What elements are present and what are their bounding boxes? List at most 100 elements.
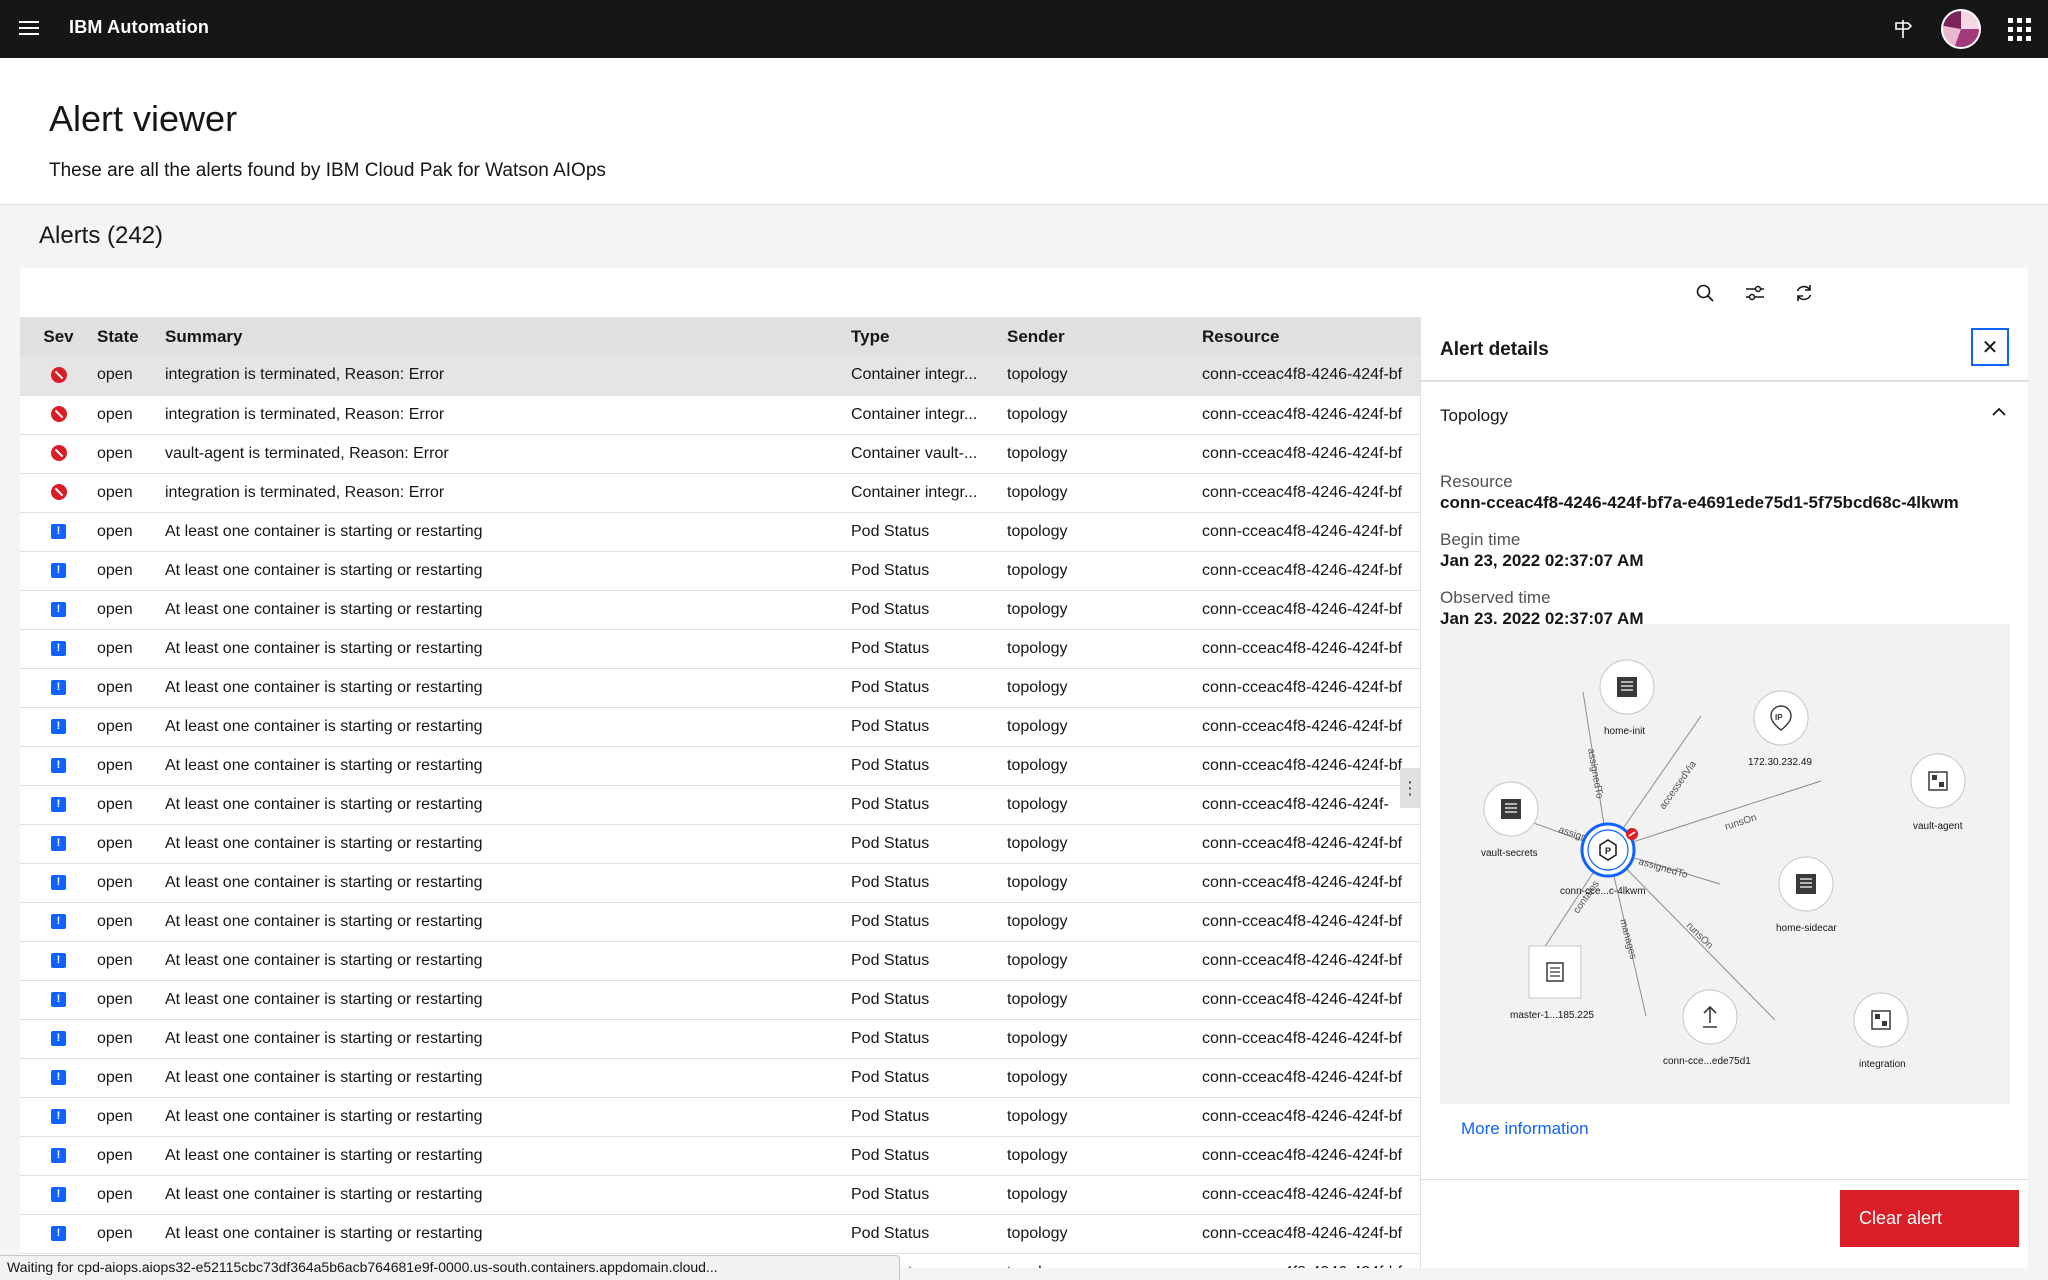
table-row[interactable]: open vault-agent is terminated, Reason: E… <box>20 434 1420 474</box>
type-cell: Container vault-... <box>851 434 1007 474</box>
type-cell: Pod Status <box>851 785 1007 825</box>
table-row[interactable]: ! openAt least one container is starting … <box>20 551 1420 591</box>
type-cell: Pod Status <box>851 1175 1007 1215</box>
table-row[interactable]: ! openAt least one container is starting … <box>20 980 1420 1020</box>
type-cell: Container integr... <box>851 356 1007 396</box>
summary-cell: At least one container is starting or re… <box>165 707 851 747</box>
summary-cell: At least one container is starting or re… <box>165 824 851 864</box>
table-row[interactable]: ! openAt least one container is starting … <box>20 1097 1420 1137</box>
table-row[interactable]: ! openAt least one container is starting … <box>20 1136 1420 1176</box>
table-row[interactable]: ! openAt least one container is starting … <box>20 1175 1420 1215</box>
sev-cell <box>20 473 97 513</box>
state-cell: open <box>97 824 165 864</box>
critical-severity-icon <box>50 406 67 423</box>
node-vault-agent[interactable]: vault-agent <box>1910 753 1966 832</box>
details-header: Alert details ✕ <box>1421 317 2029 381</box>
summary-cell: At least one container is starting or re… <box>165 1175 851 1215</box>
node-home-sidecar[interactable]: home-sidecar <box>1776 856 1837 934</box>
table-row[interactable]: ! openAt least one container is starting … <box>20 902 1420 942</box>
state-cell: open <box>97 473 165 513</box>
refresh-icon[interactable] <box>1787 276 1821 310</box>
resource-cell: conn-cceac4f8-4246-424f-bf <box>1202 551 1420 591</box>
sender-cell: topology <box>1007 356 1202 396</box>
column-header-sender[interactable]: Sender <box>1007 317 1202 356</box>
table-row[interactable]: open integration is terminated, Reason: E… <box>20 473 1420 513</box>
accordion-title: Topology <box>1440 406 1509 425</box>
clear-alert-button[interactable]: Clear alert <box>1840 1190 2019 1247</box>
sev-cell: ! <box>20 1097 97 1137</box>
topology-graph[interactable]: assignedTo accessedVia runsOn assignedTo… <box>1440 624 2010 1104</box>
table-row[interactable]: open integration is terminated, Reason: E… <box>20 356 1420 396</box>
type-cell: Container integr... <box>851 473 1007 513</box>
summary-cell: integration is terminated, Reason: Error <box>165 473 851 513</box>
state-cell: open <box>97 1019 165 1059</box>
search-icon[interactable] <box>1688 276 1722 310</box>
app-switcher-icon[interactable] <box>1990 0 2048 58</box>
table-row[interactable]: ! openAt least one container is starting … <box>20 668 1420 708</box>
table-row[interactable]: ! openAt least one container is starting … <box>20 863 1420 903</box>
signpost-icon[interactable] <box>1874 0 1932 58</box>
node-label: conn-cce...ede75d1 <box>1663 1056 1751 1067</box>
brand-name[interactable]: IBM Automation <box>69 17 209 38</box>
table-row[interactable]: ! openAt least one container is starting … <box>20 1058 1420 1098</box>
table-row[interactable]: ! openAt least one container is starting … <box>20 1214 1420 1254</box>
summary-cell: vault-agent is terminated, Reason: Error <box>165 434 851 474</box>
summary-cell: At least one container is starting or re… <box>165 902 851 942</box>
type-cell: Pod Status <box>851 590 1007 630</box>
resource-cell: conn-cceac4f8-4246-424f- <box>1202 785 1420 825</box>
user-avatar[interactable] <box>1932 0 1990 58</box>
node-vault-secrets[interactable]: vault-secrets <box>1481 781 1539 859</box>
column-header-resource[interactable]: Resource <box>1202 317 1420 356</box>
resource-cell: conn-cceac4f8-4246-424f-bf <box>1202 902 1420 942</box>
sender-cell: topology <box>1007 941 1202 981</box>
table-row[interactable]: ! openAt least one container is starting … <box>20 629 1420 669</box>
close-icon[interactable]: ✕ <box>1971 328 2009 366</box>
column-header-state[interactable]: State <box>97 317 165 356</box>
state-cell: open <box>97 356 165 396</box>
column-header-sev[interactable]: Sev <box>20 317 97 356</box>
table-row[interactable]: ! openAt least one container is starting … <box>20 785 1420 825</box>
topology-accordion-header[interactable]: Topology <box>1421 381 2029 443</box>
filter-settings-icon[interactable] <box>1738 276 1772 310</box>
sev-cell: ! <box>20 1175 97 1215</box>
table-row[interactable]: ! openAt least one container is starting … <box>20 1019 1420 1059</box>
sev-cell: ! <box>20 941 97 981</box>
table-row[interactable]: ! openAt least one container is starting … <box>20 746 1420 786</box>
minor-severity-icon: ! <box>51 679 66 695</box>
resource-cell: conn-cceac4f8-4246-424f-bf <box>1202 941 1420 981</box>
summary-cell: At least one container is starting or re… <box>165 785 851 825</box>
table-row[interactable]: ! openAt least one container is starting … <box>20 824 1420 864</box>
table-row[interactable]: ! openAt least one container is starting … <box>20 590 1420 630</box>
node-replicaset[interactable]: conn-cce...ede75d1 <box>1663 989 1751 1067</box>
table-row[interactable]: ! openAt least one container is starting … <box>20 707 1420 747</box>
node-home-init[interactable]: home-init <box>1599 659 1655 737</box>
menu-icon[interactable] <box>16 17 42 41</box>
top-bar: IBM Automation <box>0 0 2048 58</box>
resource-cell: conn-cceac4f8-4246-424f-bf <box>1202 1058 1420 1098</box>
table-row[interactable]: ! openAt least one container is starting … <box>20 941 1420 981</box>
panel-resize-handle[interactable]: ⋮ <box>1400 768 1420 808</box>
sev-cell: ! <box>20 863 97 903</box>
summary-cell: At least one container is starting or re… <box>165 1097 851 1137</box>
resource-value: conn-cceac4f8-4246-424f-bf7a-e4691ede75d… <box>1440 493 1959 512</box>
table-row[interactable]: ! openAt least one container is starting … <box>20 512 1420 552</box>
state-cell: open <box>97 785 165 825</box>
more-information-link[interactable]: More information <box>1461 1119 1589 1139</box>
state-cell: open <box>97 863 165 903</box>
summary-cell: At least one container is starting or re… <box>165 1019 851 1059</box>
column-header-type[interactable]: Type <box>851 317 1007 356</box>
node-integration[interactable]: integration <box>1853 992 1909 1070</box>
sender-cell: topology <box>1007 1019 1202 1059</box>
column-header-summary[interactable]: Summary <box>165 317 851 356</box>
sender-cell: topology <box>1007 824 1202 864</box>
resource-cell: conn-cceac4f8-4246-424f-bf <box>1202 1136 1420 1176</box>
sender-cell: topology <box>1007 980 1202 1020</box>
node-ip[interactable]: IP 172.30.232.49 <box>1748 690 1812 768</box>
alerts-table-container: Sev State Summary Type Sender Resource o… <box>20 317 1420 1268</box>
table-row[interactable]: open integration is terminated, Reason: E… <box>20 395 1420 435</box>
summary-cell: At least one container is starting or re… <box>165 590 851 630</box>
minor-severity-icon: ! <box>51 601 66 617</box>
browser-status-bar: Waiting for cpd-aiops.aiops32-e52115cbc7… <box>0 1255 900 1280</box>
type-cell: Pod Status <box>851 902 1007 942</box>
node-master[interactable]: master-1...185.225 <box>1510 945 1594 1021</box>
